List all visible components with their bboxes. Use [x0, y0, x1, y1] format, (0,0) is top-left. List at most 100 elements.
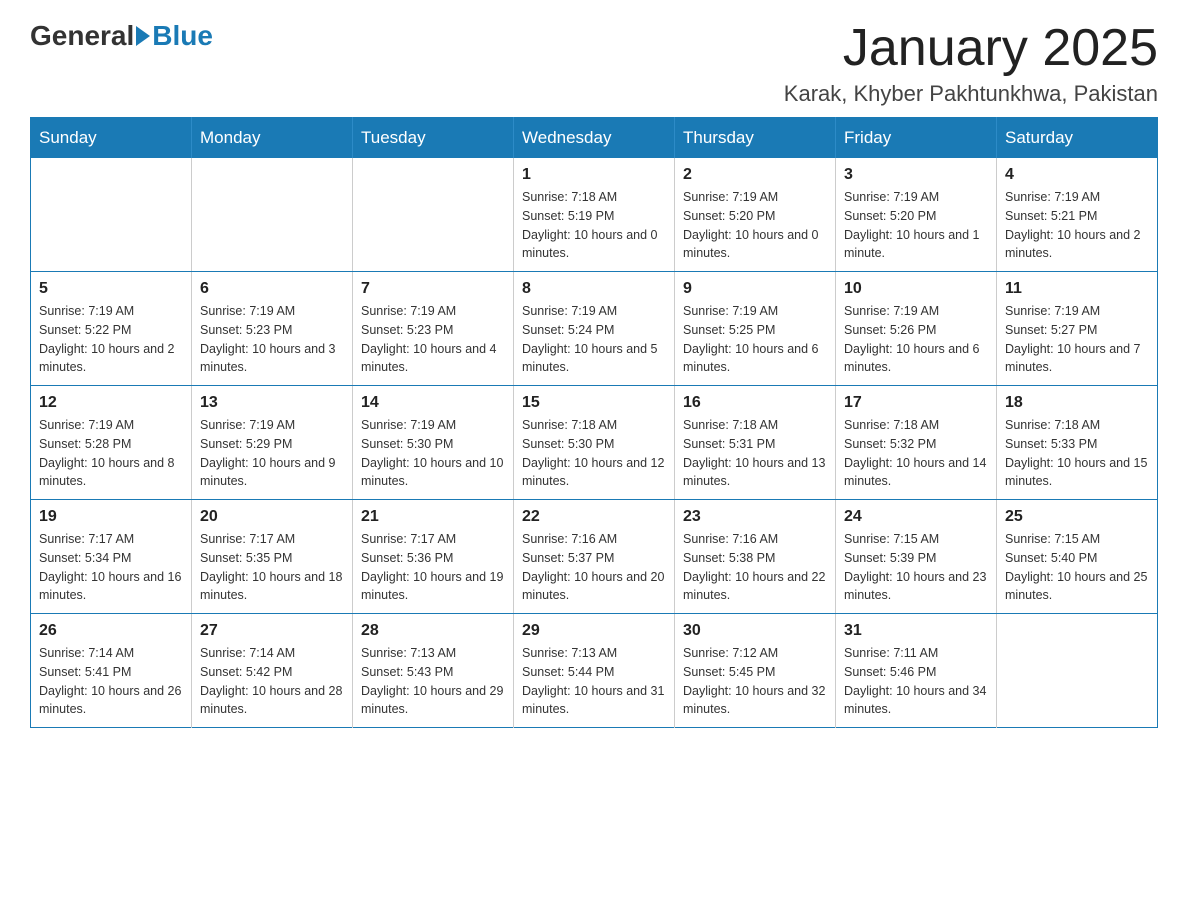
day-info: Sunrise: 7:18 AMSunset: 5:33 PMDaylight:…	[1005, 416, 1149, 491]
day-info: Sunrise: 7:17 AMSunset: 5:34 PMDaylight:…	[39, 530, 183, 605]
day-info: Sunrise: 7:14 AMSunset: 5:41 PMDaylight:…	[39, 644, 183, 719]
day-number: 22	[522, 508, 666, 526]
logo-blue-text: Blue	[152, 20, 213, 52]
calendar-week-row: 26 Sunrise: 7:14 AMSunset: 5:41 PMDayligh…	[31, 614, 1158, 728]
calendar-header-sunday: Sunday	[31, 118, 192, 159]
day-number: 19	[39, 508, 183, 526]
calendar-header-wednesday: Wednesday	[514, 118, 675, 159]
day-info: Sunrise: 7:11 AMSunset: 5:46 PMDaylight:…	[844, 644, 988, 719]
day-info: Sunrise: 7:12 AMSunset: 5:45 PMDaylight:…	[683, 644, 827, 719]
calendar-cell: 18Sunrise: 7:18 AMSunset: 5:33 PMDayligh…	[997, 386, 1158, 500]
calendar-cell: 1Sunrise: 7:18 AMSunset: 5:19 PMDaylight…	[514, 158, 675, 272]
day-number: 10	[844, 280, 988, 298]
day-info: Sunrise: 7:19 AMSunset: 5:29 PMDaylight:…	[200, 416, 344, 491]
day-info: Sunrise: 7:19 AMSunset: 5:30 PMDaylight:…	[361, 416, 505, 491]
day-info: Sunrise: 7:19 AMSunset: 5:27 PMDaylight:…	[1005, 302, 1149, 377]
day-info: Sunrise: 7:19 AMSunset: 5:24 PMDaylight:…	[522, 302, 666, 377]
calendar-cell	[997, 614, 1158, 728]
day-info: Sunrise: 7:15 AMSunset: 5:40 PMDaylight:…	[1005, 530, 1149, 605]
day-number: 4	[1005, 166, 1149, 184]
day-number: 15	[522, 394, 666, 412]
day-number: 29	[522, 622, 666, 640]
day-number: 5	[39, 280, 183, 298]
calendar-cell: 9Sunrise: 7:19 AMSunset: 5:25 PMDaylight…	[675, 272, 836, 386]
day-number: 8	[522, 280, 666, 298]
calendar-header-thursday: Thursday	[675, 118, 836, 159]
calendar-cell: 8 Sunrise: 7:19 AMSunset: 5:24 PMDaylight…	[514, 272, 675, 386]
day-info: Sunrise: 7:13 AMSunset: 5:44 PMDaylight:…	[522, 644, 666, 719]
calendar-cell: 24Sunrise: 7:15 AMSunset: 5:39 PMDayligh…	[836, 500, 997, 614]
logo: General Blue	[30, 20, 213, 52]
calendar-cell: 7Sunrise: 7:19 AMSunset: 5:23 PMDaylight…	[353, 272, 514, 386]
calendar-cell: 20Sunrise: 7:17 AMSunset: 5:35 PMDayligh…	[192, 500, 353, 614]
day-info: Sunrise: 7:18 AMSunset: 5:30 PMDaylight:…	[522, 416, 666, 491]
calendar-cell: 27 Sunrise: 7:14 AMSunset: 5:42 PMDayligh…	[192, 614, 353, 728]
calendar-cell	[31, 158, 192, 272]
day-info: Sunrise: 7:19 AMSunset: 5:20 PMDaylight:…	[683, 188, 827, 263]
calendar-header-row: SundayMondayTuesdayWednesdayThursdayFrid…	[31, 118, 1158, 159]
day-number: 16	[683, 394, 827, 412]
day-info: Sunrise: 7:19 AMSunset: 5:20 PMDaylight:…	[844, 188, 988, 263]
calendar-cell: 23 Sunrise: 7:16 AMSunset: 5:38 PMDayligh…	[675, 500, 836, 614]
day-info: Sunrise: 7:19 AMSunset: 5:28 PMDaylight:…	[39, 416, 183, 491]
day-info: Sunrise: 7:16 AMSunset: 5:38 PMDaylight:…	[683, 530, 827, 605]
calendar-cell: 28 Sunrise: 7:13 AMSunset: 5:43 PMDayligh…	[353, 614, 514, 728]
day-number: 24	[844, 508, 988, 526]
calendar-cell: 4 Sunrise: 7:19 AMSunset: 5:21 PMDaylight…	[997, 158, 1158, 272]
day-number: 28	[361, 622, 505, 640]
day-number: 11	[1005, 280, 1149, 298]
day-info: Sunrise: 7:19 AMSunset: 5:22 PMDaylight:…	[39, 302, 183, 377]
calendar-week-row: 1Sunrise: 7:18 AMSunset: 5:19 PMDaylight…	[31, 158, 1158, 272]
calendar-cell	[353, 158, 514, 272]
calendar-cell: 2 Sunrise: 7:19 AMSunset: 5:20 PMDaylight…	[675, 158, 836, 272]
day-info: Sunrise: 7:14 AMSunset: 5:42 PMDaylight:…	[200, 644, 344, 719]
calendar-cell: 12 Sunrise: 7:19 AMSunset: 5:28 PMDayligh…	[31, 386, 192, 500]
day-number: 21	[361, 508, 505, 526]
day-info: Sunrise: 7:19 AMSunset: 5:26 PMDaylight:…	[844, 302, 988, 377]
calendar-cell	[192, 158, 353, 272]
calendar-week-row: 12 Sunrise: 7:19 AMSunset: 5:28 PMDayligh…	[31, 386, 1158, 500]
day-info: Sunrise: 7:16 AMSunset: 5:37 PMDaylight:…	[522, 530, 666, 605]
calendar-week-row: 19 Sunrise: 7:17 AMSunset: 5:34 PMDayligh…	[31, 500, 1158, 614]
day-number: 30	[683, 622, 827, 640]
calendar-cell: 16Sunrise: 7:18 AMSunset: 5:31 PMDayligh…	[675, 386, 836, 500]
day-number: 17	[844, 394, 988, 412]
calendar-header-monday: Monday	[192, 118, 353, 159]
day-number: 25	[1005, 508, 1149, 526]
day-number: 6	[200, 280, 344, 298]
page-subtitle: Karak, Khyber Pakhtunkhwa, Pakistan	[784, 81, 1158, 107]
day-info: Sunrise: 7:13 AMSunset: 5:43 PMDaylight:…	[361, 644, 505, 719]
calendar-cell: 19 Sunrise: 7:17 AMSunset: 5:34 PMDayligh…	[31, 500, 192, 614]
calendar-cell: 29 Sunrise: 7:13 AMSunset: 5:44 PMDayligh…	[514, 614, 675, 728]
calendar-cell: 17Sunrise: 7:18 AMSunset: 5:32 PMDayligh…	[836, 386, 997, 500]
day-number: 26	[39, 622, 183, 640]
calendar-cell: 22 Sunrise: 7:16 AMSunset: 5:37 PMDayligh…	[514, 500, 675, 614]
day-number: 20	[200, 508, 344, 526]
day-number: 27	[200, 622, 344, 640]
day-info: Sunrise: 7:19 AMSunset: 5:23 PMDaylight:…	[361, 302, 505, 377]
day-info: Sunrise: 7:18 AMSunset: 5:19 PMDaylight:…	[522, 188, 666, 263]
calendar-header-tuesday: Tuesday	[353, 118, 514, 159]
day-info: Sunrise: 7:19 AMSunset: 5:25 PMDaylight:…	[683, 302, 827, 377]
calendar-cell: 26 Sunrise: 7:14 AMSunset: 5:41 PMDayligh…	[31, 614, 192, 728]
day-number: 23	[683, 508, 827, 526]
calendar-cell: 31Sunrise: 7:11 AMSunset: 5:46 PMDayligh…	[836, 614, 997, 728]
day-info: Sunrise: 7:19 AMSunset: 5:21 PMDaylight:…	[1005, 188, 1149, 263]
logo-arrow-icon	[136, 26, 150, 46]
calendar-cell: 3 Sunrise: 7:19 AMSunset: 5:20 PMDaylight…	[836, 158, 997, 272]
calendar-header-saturday: Saturday	[997, 118, 1158, 159]
day-info: Sunrise: 7:17 AMSunset: 5:36 PMDaylight:…	[361, 530, 505, 605]
calendar-cell: 21 Sunrise: 7:17 AMSunset: 5:36 PMDayligh…	[353, 500, 514, 614]
calendar-header-friday: Friday	[836, 118, 997, 159]
day-number: 12	[39, 394, 183, 412]
day-info: Sunrise: 7:19 AMSunset: 5:23 PMDaylight:…	[200, 302, 344, 377]
calendar-week-row: 5 Sunrise: 7:19 AMSunset: 5:22 PMDaylight…	[31, 272, 1158, 386]
calendar-cell: 5 Sunrise: 7:19 AMSunset: 5:22 PMDaylight…	[31, 272, 192, 386]
day-number: 2	[683, 166, 827, 184]
calendar-cell: 6 Sunrise: 7:19 AMSunset: 5:23 PMDaylight…	[192, 272, 353, 386]
day-number: 3	[844, 166, 988, 184]
calendar-cell: 15 Sunrise: 7:18 AMSunset: 5:30 PMDayligh…	[514, 386, 675, 500]
day-number: 14	[361, 394, 505, 412]
calendar-cell: 14 Sunrise: 7:19 AMSunset: 5:30 PMDayligh…	[353, 386, 514, 500]
calendar-cell: 13Sunrise: 7:19 AMSunset: 5:29 PMDayligh…	[192, 386, 353, 500]
